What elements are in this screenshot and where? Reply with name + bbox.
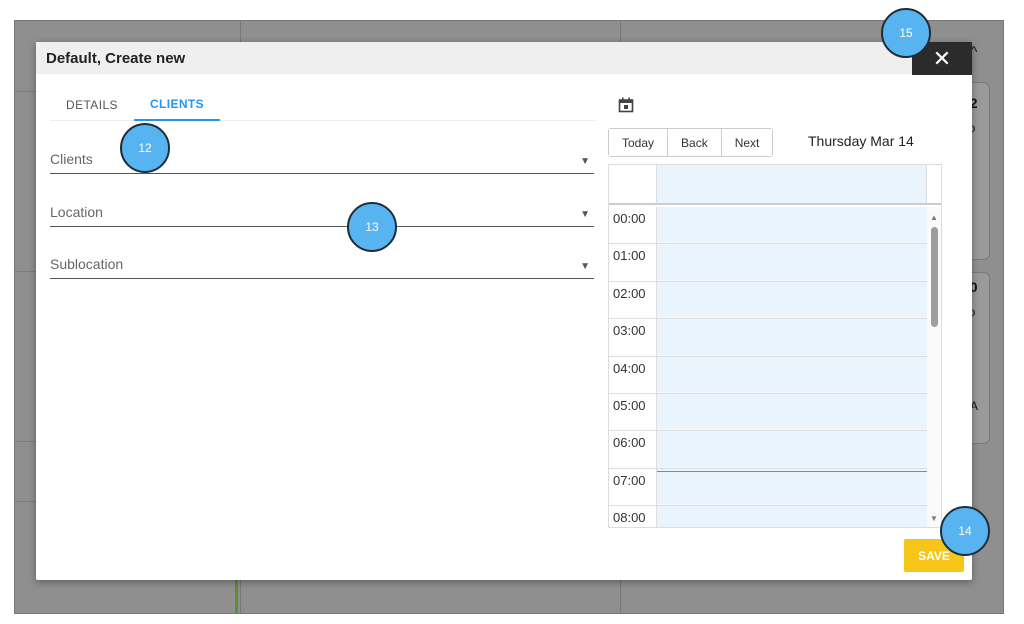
- tab-details[interactable]: DETAILS: [50, 88, 134, 121]
- time-slot[interactable]: [657, 431, 927, 468]
- annotation-marker-13: 13: [347, 202, 397, 252]
- calendar-toolbar: Today Back Next: [608, 128, 774, 157]
- modal-header: Default, Create new: [36, 42, 972, 74]
- day-header: [609, 165, 941, 205]
- time-row[interactable]: 03:00: [609, 319, 927, 357]
- time-slot[interactable]: [657, 393, 927, 431]
- time-label: 07:00: [609, 468, 657, 506]
- time-slot[interactable]: [657, 319, 927, 356]
- time-slot[interactable]: [657, 281, 927, 319]
- scroll-down-icon[interactable]: ▼: [930, 514, 938, 523]
- time-row[interactable]: 07:00: [609, 468, 927, 507]
- time-slot[interactable]: [657, 356, 927, 393]
- time-label: 08:00: [609, 506, 657, 527]
- time-slot[interactable]: [657, 468, 927, 506]
- time-row[interactable]: 00:00: [609, 207, 927, 245]
- annotation-marker-15: 15: [881, 8, 931, 58]
- time-slot[interactable]: [657, 207, 927, 244]
- time-row[interactable]: 04:00: [609, 356, 927, 394]
- time-label: 00:00: [609, 207, 657, 244]
- time-gutter-header: [609, 165, 657, 203]
- dropdown-arrow-icon: ▼: [580, 209, 590, 220]
- back-button[interactable]: Back: [668, 129, 722, 156]
- today-button[interactable]: Today: [609, 129, 669, 156]
- all-day-slot[interactable]: [657, 165, 927, 203]
- calendar-scrollbar[interactable]: ▲ ▼: [927, 207, 941, 527]
- location-label: Location: [50, 204, 103, 220]
- tab-bar: DETAILS CLIENTS: [50, 88, 596, 121]
- next-button[interactable]: Next: [721, 129, 773, 156]
- scroll-up-icon[interactable]: ▲: [930, 213, 938, 222]
- dropdown-arrow-icon: ▼: [580, 156, 590, 167]
- annotation-marker-12: 12: [120, 123, 170, 173]
- calendar-date-label: Thursday Mar 14: [808, 133, 914, 149]
- sublocation-select[interactable]: Sublocation ▼: [50, 251, 594, 279]
- time-row[interactable]: 06:00: [609, 431, 927, 469]
- time-row[interactable]: 08:00: [609, 506, 927, 527]
- clients-label: Clients: [50, 151, 93, 167]
- time-slot[interactable]: [657, 244, 927, 281]
- calendar-icon[interactable]: [618, 97, 634, 113]
- current-time-indicator: [657, 471, 927, 472]
- scrollbar-thumb[interactable]: [931, 227, 938, 327]
- time-label: 03:00: [609, 319, 657, 356]
- time-label: 01:00: [609, 244, 657, 281]
- time-label: 04:00: [609, 356, 657, 393]
- time-slot[interactable]: [657, 506, 927, 527]
- location-select[interactable]: Location ▼: [50, 199, 594, 227]
- sublocation-label: Sublocation: [50, 256, 124, 272]
- time-row[interactable]: 02:00: [609, 281, 927, 320]
- modal-title: Default, Create new: [46, 49, 186, 67]
- tab-clients[interactable]: CLIENTS: [133, 88, 221, 121]
- time-label: 06:00: [609, 431, 657, 468]
- time-label: 05:00: [609, 393, 657, 431]
- dropdown-arrow-icon: ▼: [580, 261, 590, 272]
- annotation-marker-14: 14: [940, 506, 990, 556]
- day-view-grid[interactable]: 00:00 01:00 02:00 03:00 04:00 05:00 06:0…: [608, 164, 942, 528]
- time-slots: 00:00 01:00 02:00 03:00 04:00 05:00 06:0…: [609, 207, 927, 527]
- create-modal: Default, Create new DETAILS CLIENTS Clie…: [36, 42, 972, 580]
- time-label: 02:00: [609, 281, 657, 319]
- time-row[interactable]: 01:00: [609, 244, 927, 282]
- time-row[interactable]: 05:00: [609, 393, 927, 432]
